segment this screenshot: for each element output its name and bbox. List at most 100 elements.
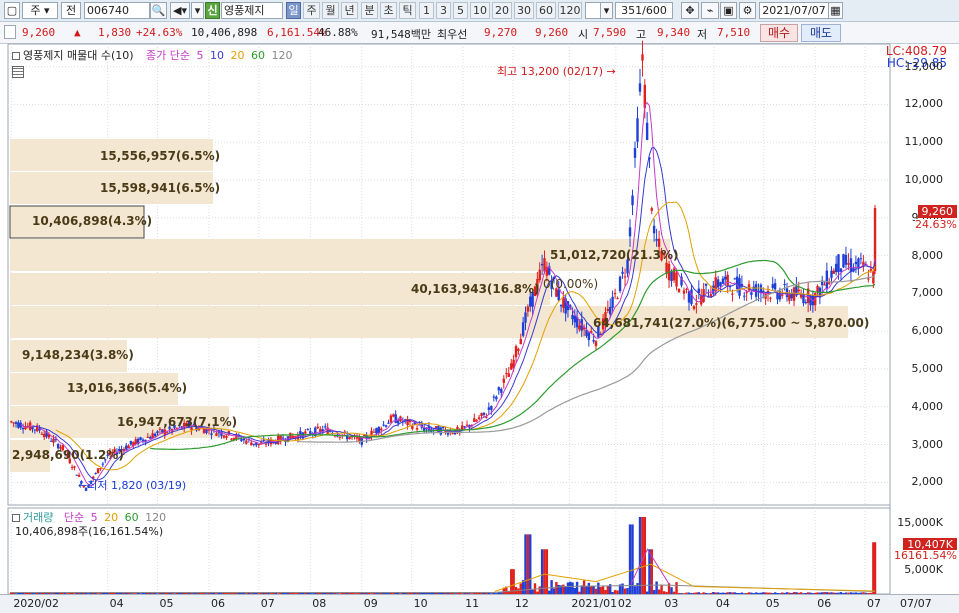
x-tick-label: 11 (465, 597, 480, 610)
candle-body (31, 427, 34, 430)
volume-legend-checkbox-icon[interactable] (12, 514, 20, 522)
candle-body (704, 283, 708, 286)
candle-body (463, 426, 466, 428)
candle-body (17, 422, 20, 428)
volume-bar (675, 582, 678, 594)
candle-body (690, 289, 693, 305)
ma-legend-5: 5 (196, 49, 204, 62)
candle-body (623, 276, 627, 278)
candle-body (830, 270, 833, 278)
ma-legend-label: 종가 단순 (146, 49, 191, 62)
current-rate-tag: 24.63% (915, 218, 957, 231)
candle-body (573, 315, 576, 323)
candle-body (721, 278, 725, 284)
low-annotation: ←최저 1,820 (03/19) (78, 477, 186, 493)
candle-body (10, 421, 13, 423)
candle-body (348, 437, 351, 440)
volume-bar (660, 584, 663, 594)
price-tick-label: 3,000 (911, 437, 944, 451)
candle-body (788, 294, 791, 301)
candle-body (750, 292, 753, 295)
candle-body (670, 271, 673, 282)
volume-bar (529, 534, 532, 594)
candle-body (628, 227, 632, 237)
candle-body (733, 278, 736, 280)
volume-bar (571, 582, 574, 594)
candle-body (257, 444, 261, 446)
price-tick-label: 11,000 (904, 135, 944, 149)
candle-body (719, 282, 722, 287)
candle-body (507, 373, 510, 377)
candle-body (502, 378, 505, 383)
x-tick-label: 04 (715, 597, 730, 610)
candle-body (230, 438, 233, 440)
x-tick-label: 07 (867, 597, 882, 610)
candle-body (492, 396, 496, 398)
volume-bar (597, 582, 600, 594)
volume-bar (601, 586, 605, 594)
candle-body (514, 346, 518, 358)
candle-body (797, 289, 800, 292)
volume-bar (621, 583, 624, 594)
candle-body (781, 294, 784, 296)
candle-body (477, 417, 481, 420)
volume-bar (648, 549, 651, 594)
candle-body (21, 428, 25, 430)
candle-body (611, 296, 614, 308)
candle-body (12, 422, 15, 424)
volume-profile-label: 10,406,898(4.3%) (32, 214, 153, 228)
candle-body (844, 254, 848, 265)
candle-body (716, 279, 720, 288)
candle-body (677, 288, 681, 293)
volume-bar (585, 585, 588, 594)
candle-body (521, 322, 525, 336)
candle-body (497, 387, 501, 391)
volume-bar (636, 583, 639, 594)
volume-profile-label: 13,016,366(5.4%) (67, 381, 188, 395)
candle-body (139, 437, 142, 440)
candle-body (592, 340, 595, 342)
x-tick-label: 02 (617, 597, 632, 610)
candle-body (731, 293, 734, 295)
candle-body (827, 282, 831, 284)
candle-body (304, 431, 307, 434)
candle-body (415, 428, 419, 430)
candle-body (262, 439, 265, 441)
table-grid-icon[interactable] (12, 66, 24, 78)
candle-body (587, 332, 591, 341)
legend-checkbox-icon[interactable] (12, 52, 20, 60)
candle-body (692, 306, 696, 309)
candle-body (70, 466, 74, 468)
volume-bar (592, 585, 595, 594)
candle-body (149, 437, 152, 439)
candle-body (96, 468, 100, 474)
candle-body (854, 261, 858, 265)
ma-legend-60: 60 (251, 49, 266, 62)
candle-body (510, 363, 513, 370)
candle-body (495, 396, 498, 400)
candle-body (396, 420, 400, 424)
x-tick-label: 2021/01 (571, 597, 618, 610)
candle-body (33, 429, 37, 431)
candle-body (652, 225, 656, 234)
candle-body (202, 429, 206, 434)
candle-body (49, 440, 53, 442)
candle-body (127, 445, 130, 449)
volume-bar (633, 586, 637, 594)
candle-body (638, 83, 642, 92)
candle-body (382, 424, 385, 426)
x-tick-label: 09 (363, 597, 378, 610)
candle-body (215, 433, 218, 436)
candle-body (783, 284, 786, 286)
price-tick-label: 8,000 (911, 248, 944, 262)
volume-profile-label: 9,148,234(3.8%) (22, 348, 134, 362)
candle-body (434, 426, 438, 428)
candle-body (540, 263, 544, 266)
volume-profile-label: 64,681,741(27.0%)(6,775.00 ~ 5,870.00) (593, 316, 870, 330)
price-tick-label: 13,000 (904, 59, 944, 73)
candle-body (465, 424, 469, 426)
volume-profile-label: 16,947,673(7.1%) (117, 415, 238, 429)
x-axis-right-label: 07/07 (900, 597, 932, 610)
candle-body (776, 293, 779, 300)
candle-body (375, 428, 378, 434)
